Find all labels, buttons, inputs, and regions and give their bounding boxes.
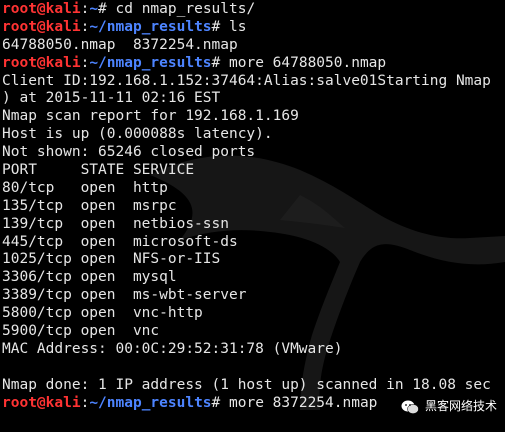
prompt-separator: : — [80, 18, 90, 35]
output-line: ) at 2015-11-11 02:16 EST — [2, 90, 221, 107]
command-text: more 8372254.nmap — [229, 394, 378, 411]
prompt-user: root@kali — [2, 54, 81, 71]
output-line: 1025/tcp open NFS-or-IIS — [2, 251, 221, 268]
output-line: 139/tcp open netbios-ssn — [2, 215, 229, 232]
output-line: Not shown: 65246 closed ports — [2, 144, 256, 161]
prompt-separator: : — [80, 394, 90, 411]
command-text: ls — [229, 18, 247, 35]
watermark-text: 黑客网络技术 — [424, 399, 497, 414]
prompt-path: ~ — [89, 1, 99, 17]
prompt-line: root@kali:~/nmap_results# ls — [2, 19, 491, 37]
output-line: Host is up (0.000088s latency). — [2, 126, 273, 143]
prompt-user: root@kali — [2, 18, 81, 35]
prompt-line: root@kali:~/nmap_results# more 64788050.… — [2, 55, 491, 73]
wechat-icon — [401, 400, 419, 414]
prompt-symbol: # — [211, 18, 229, 35]
output-line: 3306/tcp open mysql — [2, 269, 177, 286]
prompt-path: ~/nmap_results — [89, 54, 212, 71]
prompt-path: ~/nmap_results — [89, 394, 212, 411]
prompt-path: ~/nmap_results — [89, 18, 212, 35]
output-line: 5900/tcp open vnc — [2, 323, 160, 340]
output-line: 80/tcp open http — [2, 179, 168, 196]
output-line: 135/tcp open msrpc — [2, 197, 177, 214]
output-line: Client ID:192.168.1.152:37464:Alias:salv… — [2, 72, 491, 89]
output-line: 445/tcp open microsoft-ds — [2, 233, 238, 250]
prompt-user: root@kali — [2, 1, 81, 17]
command-text: cd nmap_results/ — [115, 1, 256, 17]
prompt-symbol: # — [211, 54, 229, 71]
prompt-line: root@kali:~# cd nmap_results/ — [2, 1, 491, 19]
output-line: MAC Address: 00:0C:29:52:31:78 (VMware) — [2, 340, 343, 357]
output-line: 64788050.nmap 8372254.nmap — [2, 36, 238, 53]
prompt-separator: : — [80, 1, 90, 17]
command-text: more 64788050.nmap — [229, 54, 387, 71]
output-line: 3389/tcp open ms-wbt-server — [2, 287, 247, 304]
prompt-symbol: # — [98, 1, 116, 17]
output-line: Nmap done: 1 IP address (1 host up) scan… — [2, 376, 491, 393]
watermark: 黑客网络技术 — [401, 398, 497, 416]
output-line: Nmap scan report for 192.168.1.169 — [2, 108, 299, 125]
terminal-window[interactable]: root@kali:~# cd nmap_results/root@kali:~… — [0, 0, 505, 432]
prompt-separator: : — [80, 54, 90, 71]
terminal-output: root@kali:~# cd nmap_results/root@kali:~… — [2, 1, 491, 412]
output-line: 5800/tcp open vnc-http — [2, 305, 203, 322]
prompt-symbol: # — [211, 394, 229, 411]
output-line: PORT STATE SERVICE — [2, 162, 195, 179]
prompt-user: root@kali — [2, 394, 81, 411]
